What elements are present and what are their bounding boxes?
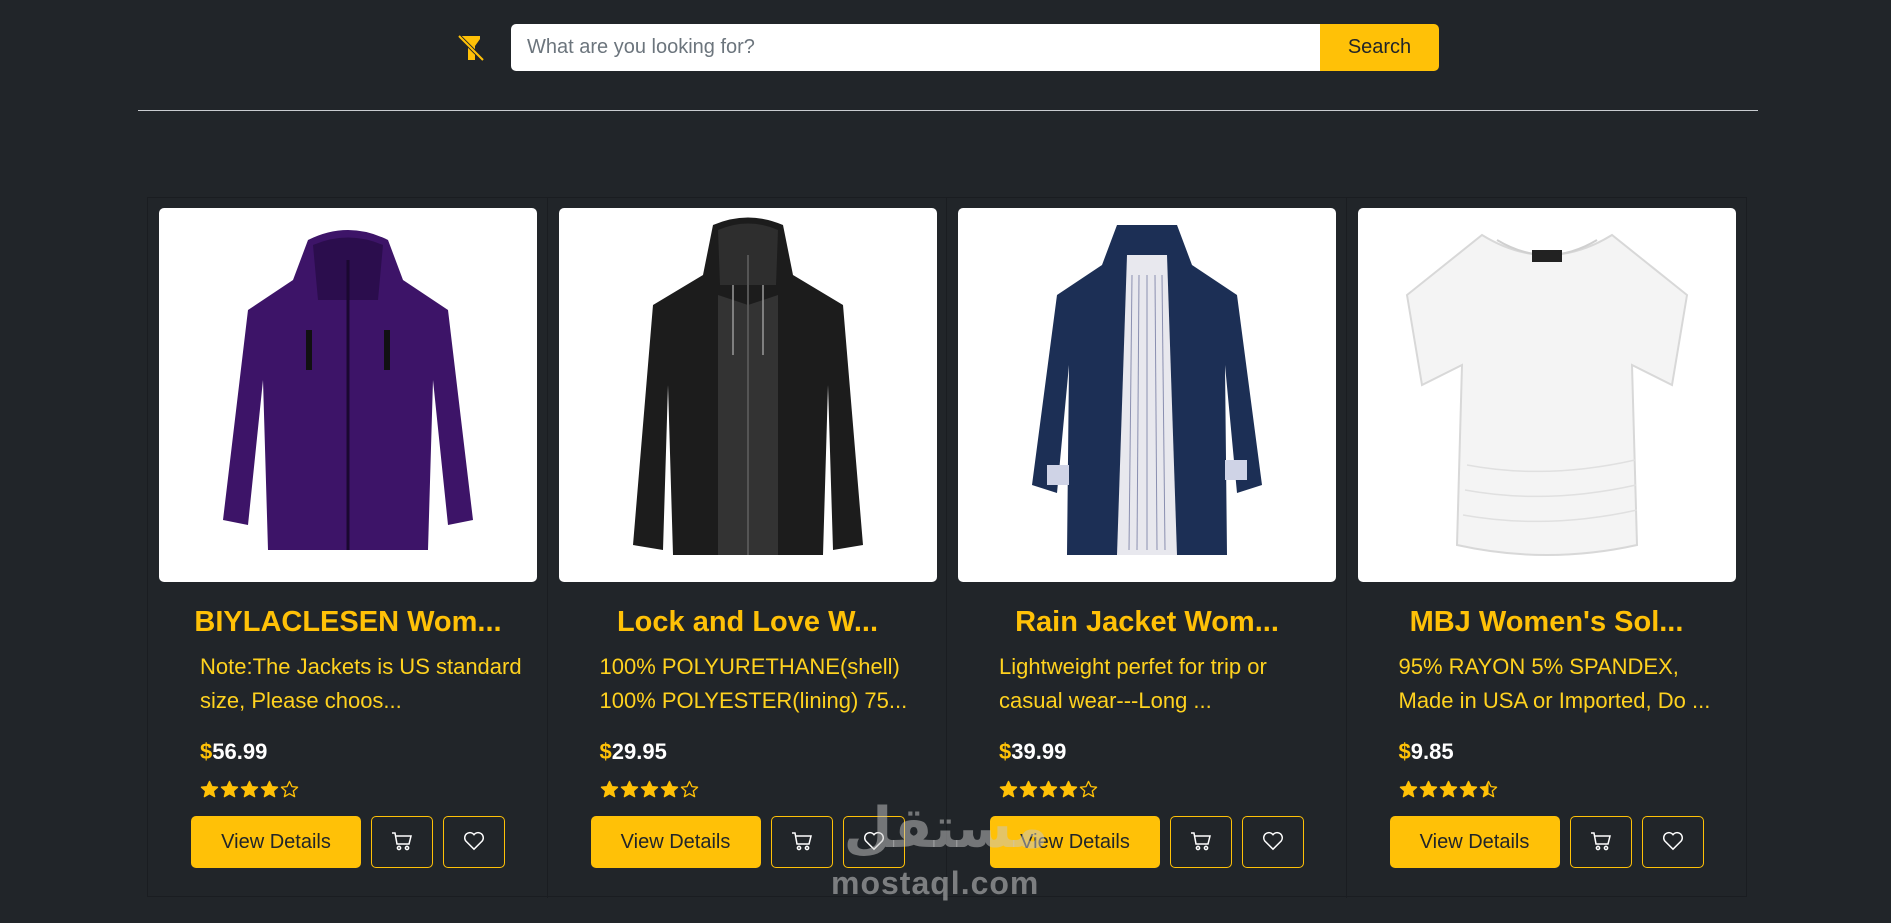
add-to-cart-button[interactable] [770, 816, 833, 868]
star-empty-icon [1079, 780, 1098, 798]
product-description: Lightweight perfet for trip or casual we… [999, 650, 1329, 718]
currency-symbol: $ [1398, 739, 1411, 764]
wishlist-button[interactable] [1242, 816, 1304, 868]
product-title[interactable]: MBJ Women's Sol... [1347, 606, 1747, 639]
wishlist-button[interactable] [1641, 816, 1704, 868]
price-value: 9.85 [1410, 739, 1454, 764]
star-full-icon [260, 780, 279, 798]
product-price: $29.95 [600, 739, 667, 765]
search-bar: Search [453, 24, 1439, 71]
product-price: $39.99 [999, 739, 1066, 765]
price-value: 29.95 [611, 739, 667, 764]
star-empty-icon [680, 780, 698, 798]
description-line: casual wear---Long ... [999, 688, 1212, 713]
add-to-cart-button[interactable] [1569, 816, 1632, 868]
star-rating [999, 780, 1098, 799]
add-to-cart-button[interactable] [1170, 816, 1232, 868]
card-actions: View Details [990, 816, 1304, 868]
view-details-button[interactable]: View Details [990, 816, 1160, 868]
card-actions: View Details [590, 816, 905, 868]
star-full-icon [220, 780, 239, 798]
star-full-icon [620, 780, 638, 798]
heart-icon [463, 831, 485, 854]
star-full-icon [600, 780, 618, 798]
star-full-icon [1419, 780, 1437, 798]
product-image-navy-rain-jacket[interactable] [958, 208, 1336, 582]
product-card: Lock and Love W... 100% POLYURETHANE(she… [548, 198, 948, 898]
description-line: 95% RAYON 5% SPANDEX, [1398, 654, 1679, 679]
product-price: $56.99 [200, 739, 267, 765]
star-full-icon [200, 780, 219, 798]
star-full-icon [240, 780, 259, 798]
product-card: Rain Jacket Wom... Lightweight perfet fo… [947, 198, 1347, 898]
search-button[interactable]: Search [1320, 24, 1439, 71]
star-full-icon [1059, 780, 1078, 798]
product-title[interactable]: BIYLACLESEN Wom... [148, 606, 548, 639]
view-details-button[interactable]: View Details [590, 816, 761, 868]
cart-icon [791, 830, 813, 855]
product-description: 100% POLYURETHANE(shell) 100% POLYESTER(… [600, 650, 930, 718]
currency-symbol: $ [599, 739, 612, 764]
heart-icon [1262, 831, 1284, 854]
product-card: MBJ Women's Sol... 95% RAYON 5% SPANDEX,… [1347, 198, 1747, 898]
search-input[interactable] [511, 24, 1320, 71]
product-image-black-leather-jacket[interactable] [558, 208, 937, 582]
heart-icon [1662, 831, 1684, 854]
cart-icon [1590, 830, 1612, 855]
product-title[interactable]: Lock and Love W... [548, 606, 948, 639]
product-description: 95% RAYON 5% SPANDEX, Made in USA or Imp… [1399, 650, 1729, 718]
product-card: BIYLACLESEN Wom... Note:The Jackets is U… [148, 198, 548, 898]
star-full-icon [1399, 780, 1417, 798]
product-description: Note:The Jackets is US standard size, Pl… [200, 650, 530, 718]
star-full-icon [660, 780, 678, 798]
star-rating [200, 780, 299, 799]
flashlight-off-icon[interactable] [453, 30, 489, 66]
price-value: 39.99 [1011, 739, 1067, 764]
view-details-button[interactable]: View Details [191, 816, 361, 868]
product-image-white-top[interactable] [1357, 208, 1736, 582]
product-image-purple-jacket[interactable] [159, 208, 537, 582]
wishlist-button[interactable] [443, 816, 505, 868]
star-full-icon [999, 780, 1018, 798]
product-price: $9.85 [1399, 739, 1454, 765]
add-to-cart-button[interactable] [371, 816, 433, 868]
heart-icon [863, 831, 885, 854]
description-line: Note:The Jackets is US standard [200, 654, 522, 679]
star-empty-icon [280, 780, 299, 798]
star-full-icon [640, 780, 658, 798]
product-title[interactable]: Rain Jacket Wom... [947, 606, 1347, 639]
card-actions: View Details [1389, 816, 1704, 868]
currency-symbol: $ [999, 739, 1012, 764]
star-full-icon [1439, 780, 1457, 798]
description-line: Lightweight perfet for trip or [999, 654, 1267, 679]
star-full-icon [1039, 780, 1058, 798]
wishlist-button[interactable] [842, 816, 905, 868]
card-actions: View Details [191, 816, 505, 868]
cart-icon [1190, 830, 1212, 855]
star-full-icon [1459, 780, 1477, 798]
description-line: 100% POLYURETHANE(shell) [599, 654, 900, 679]
view-details-button[interactable]: View Details [1389, 816, 1560, 868]
header-divider [138, 110, 1758, 111]
star-full-icon [1019, 780, 1038, 798]
description-line: size, Please choos... [200, 688, 402, 713]
star-rating [600, 780, 699, 799]
product-grid: BIYLACLESEN Wom... Note:The Jackets is U… [147, 197, 1747, 898]
currency-symbol: $ [200, 739, 213, 764]
star-rating [1399, 780, 1498, 799]
star-half-icon [1479, 780, 1497, 798]
cart-icon [391, 830, 413, 855]
price-value: 56.99 [212, 739, 268, 764]
description-line: 100% POLYESTER(lining) 75... [599, 688, 908, 713]
description-line: Made in USA or Imported, Do ... [1398, 688, 1711, 713]
